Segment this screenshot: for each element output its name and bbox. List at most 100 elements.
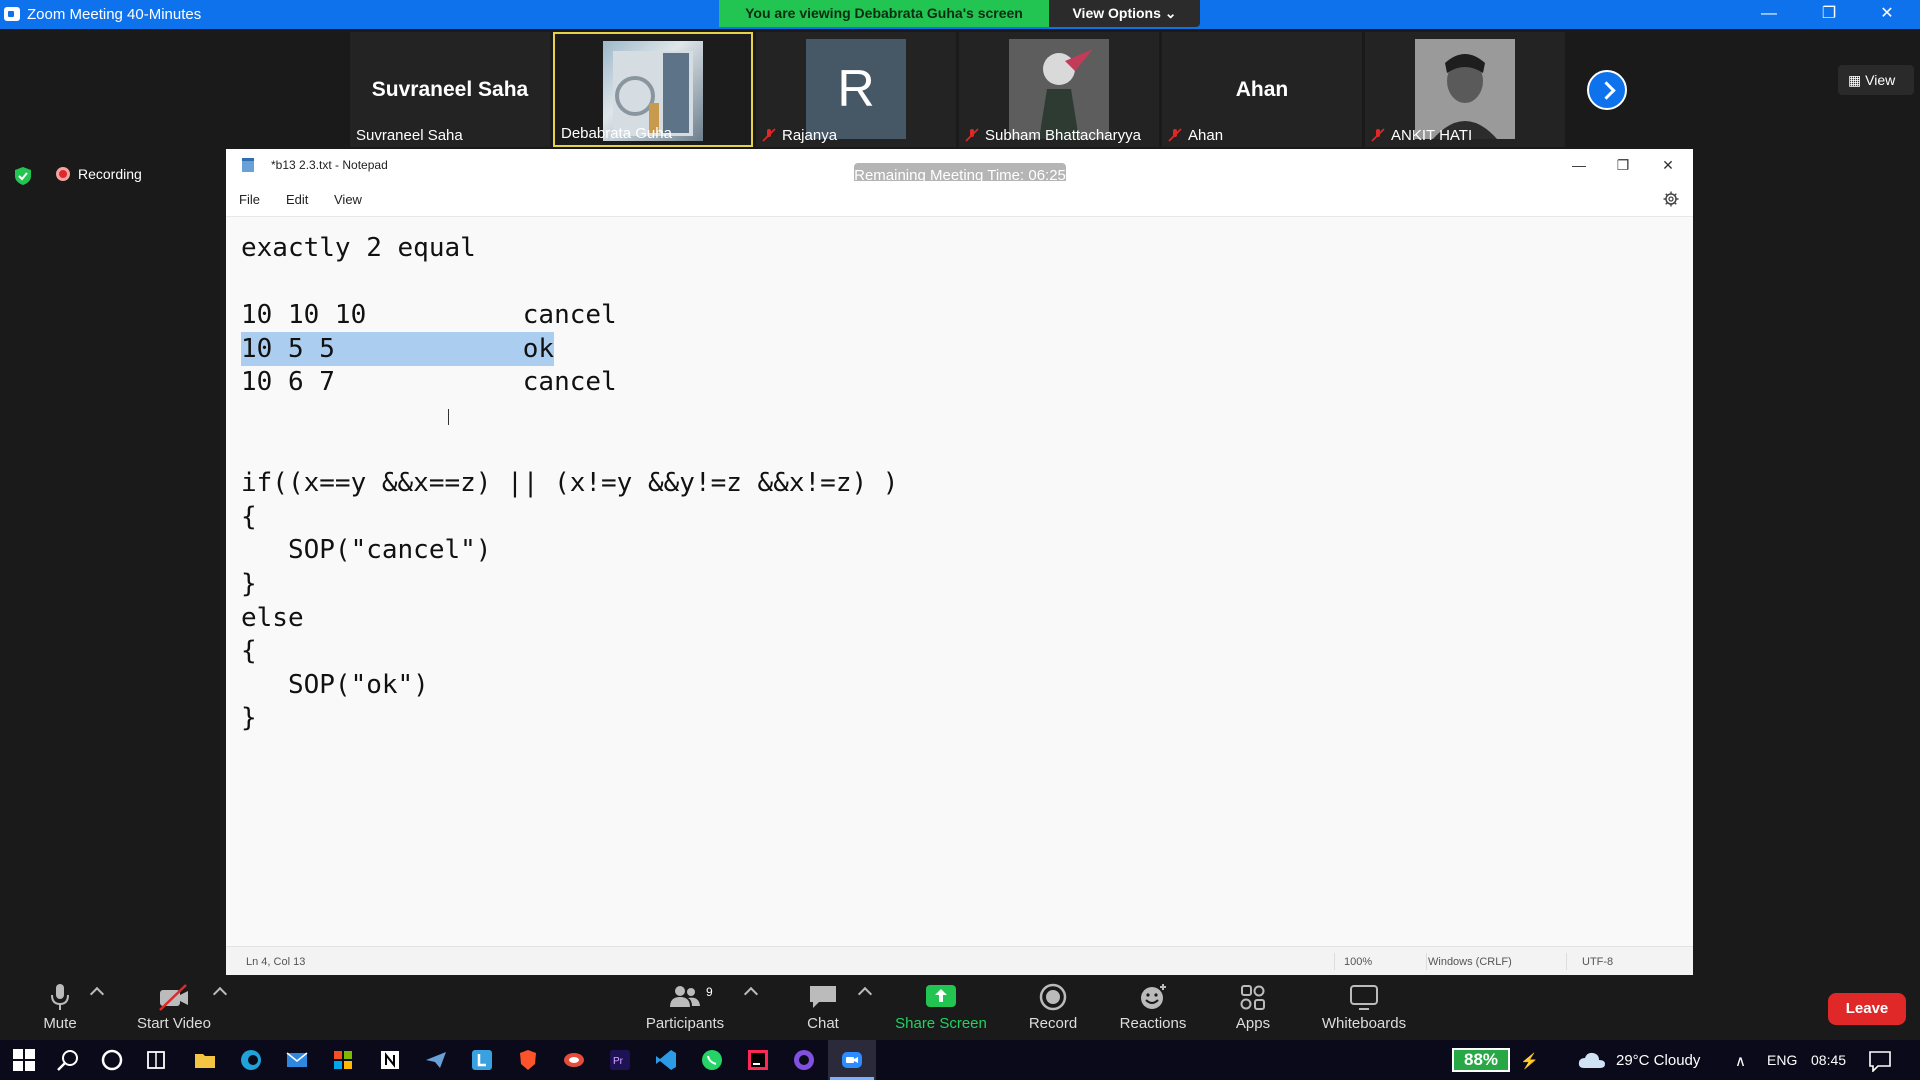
record-dot-icon <box>56 167 70 181</box>
participants-count: 9 <box>706 985 713 999</box>
meeting-toolbar: Mute Start Video Participants 9 Chat Sha… <box>0 975 1920 1040</box>
menu-edit[interactable]: Edit <box>286 192 308 207</box>
notepad-menu-bar: File Edit View <box>226 181 1693 217</box>
whatsapp-icon[interactable] <box>700 1048 724 1072</box>
language-indicator[interactable]: ENG <box>1767 1052 1797 1068</box>
power-icon[interactable]: ⚡ <box>1520 1052 1539 1070</box>
text-line: } <box>241 569 257 599</box>
participant-name: Debabrata Guha <box>561 125 672 142</box>
clock[interactable]: 08:45 <box>1811 1052 1846 1068</box>
brave-icon[interactable] <box>516 1048 540 1072</box>
windows-start-icon[interactable] <box>12 1048 36 1072</box>
line-ending: Windows (CRLF) <box>1428 956 1512 968</box>
apps-icon <box>1240 985 1265 1010</box>
l-app-icon[interactable] <box>470 1048 494 1072</box>
participant-name: Rajanya <box>762 127 837 144</box>
file-explorer-icon[interactable] <box>193 1048 217 1072</box>
apps-button[interactable]: Apps <box>1193 983 1313 1032</box>
intellij-icon[interactable] <box>746 1048 770 1072</box>
view-options-button[interactable]: View Options ⌄ <box>1049 0 1200 27</box>
minimize-icon[interactable]: — <box>1740 0 1798 29</box>
text-cursor-icon <box>448 409 452 425</box>
participant-tile-active[interactable]: Debabrata Guha <box>553 32 753 147</box>
share-screen-icon <box>926 985 956 1007</box>
zoom-taskbar-button[interactable] <box>828 1040 876 1080</box>
zoom-icon <box>842 1052 862 1068</box>
cloud-icon[interactable] <box>1578 1050 1606 1070</box>
paper-plane-icon[interactable] <box>424 1048 448 1072</box>
battery-indicator[interactable]: 88% <box>1452 1048 1510 1072</box>
notepad-restore-icon[interactable]: ❐ <box>1601 153 1645 177</box>
gear-icon[interactable] <box>1663 191 1679 207</box>
share-screen-button[interactable]: Share Screen <box>881 983 1001 1032</box>
search-icon[interactable] <box>56 1048 80 1072</box>
store-icon[interactable] <box>331 1048 355 1072</box>
restore-icon[interactable]: ❐ <box>1800 0 1858 29</box>
participant-name: ANKIT HATI <box>1371 127 1472 144</box>
windows-taskbar: Pr 88% ⚡ 29°C Cloudy ∧ ENG 08:45 <box>0 1040 1920 1080</box>
participant-tile[interactable]: Ahan Ahan <box>1162 32 1362 147</box>
participants-button[interactable]: Participants <box>625 983 745 1032</box>
muted-mic-icon <box>965 128 979 142</box>
chat-icon <box>810 986 836 1008</box>
next-page-icon[interactable] <box>1587 70 1627 110</box>
participant-big-name: Suvraneel Saha <box>371 78 529 101</box>
muted-mic-icon <box>762 128 776 142</box>
notifications-icon[interactable] <box>1868 1050 1892 1072</box>
smiley-icon <box>1141 984 1166 1009</box>
menu-view[interactable]: View <box>334 192 362 207</box>
microphone-icon <box>51 984 69 1010</box>
notepad-title: *b13 2.3.txt - Notepad <box>271 158 388 172</box>
participants-options-chevron-icon[interactable] <box>743 986 759 1002</box>
participant-name: Subham Bhattacharyya <box>965 127 1141 144</box>
participant-tile[interactable]: Subham Bhattacharyya <box>959 32 1159 147</box>
shield-icon[interactable] <box>14 166 32 186</box>
notepad-status-bar: Ln 4, Col 13 100% Windows (CRLF) UTF-8 <box>226 946 1693 975</box>
window-title: Zoom Meeting 40-Minutes <box>27 6 202 23</box>
participant-tile[interactable]: R Rajanya <box>756 32 956 147</box>
notepad-close-icon[interactable]: ✕ <box>1646 153 1690 177</box>
text-line: else <box>241 602 304 633</box>
text-line: SOP("cancel") <box>241 535 492 566</box>
notepad-minimize-icon[interactable]: — <box>1557 153 1601 177</box>
chevron-up-icon[interactable]: ∧ <box>1735 1052 1746 1070</box>
close-icon[interactable]: ✕ <box>1858 0 1916 29</box>
participant-avatar-letter: R <box>806 39 906 139</box>
weather-text[interactable]: 29°C Cloudy <box>1616 1052 1700 1069</box>
premiere-pro-icon[interactable]: Pr <box>608 1048 632 1072</box>
participant-name: Ahan <box>1168 127 1223 144</box>
vscode-icon[interactable] <box>654 1048 678 1072</box>
github-desktop-icon[interactable] <box>792 1048 816 1072</box>
leave-button[interactable]: Leave <box>1828 993 1906 1025</box>
encoding: UTF-8 <box>1582 956 1614 968</box>
text-line: 10 10 10 cancel <box>241 300 617 331</box>
zoom-level: 100% <box>1344 956 1373 968</box>
text-line: } <box>241 703 257 734</box>
mail-icon[interactable] <box>285 1048 309 1072</box>
text-line: 10 6 7 cancel <box>241 367 617 398</box>
participants-icon <box>670 986 700 1007</box>
text-line: { <box>241 636 257 667</box>
menu-file[interactable]: File <box>239 192 260 207</box>
view-button[interactable]: ▦ View <box>1838 65 1914 95</box>
recording-indicator[interactable]: Recording <box>56 166 142 182</box>
whiteboard-icon <box>1350 985 1378 1010</box>
muted-mic-icon <box>1168 128 1182 142</box>
person-photo <box>1415 39 1515 139</box>
edge-icon[interactable] <box>239 1048 263 1072</box>
task-view-icon[interactable] <box>144 1048 168 1072</box>
notion-icon[interactable] <box>378 1048 402 1072</box>
game-icon[interactable] <box>562 1048 586 1072</box>
cortana-icon[interactable] <box>100 1048 124 1072</box>
notepad-text-area[interactable]: exactly 2 equal 10 10 10 cancel 10 5 5 ok 1… <box>241 231 1693 945</box>
mute-button[interactable]: Mute <box>0 983 120 1032</box>
text-line: { <box>241 501 257 532</box>
selected-text-line: 10 5 5 ok <box>241 331 555 366</box>
zoom-app-icon <box>4 7 20 21</box>
participant-tile[interactable]: ANKIT HATI <box>1365 32 1565 147</box>
whiteboards-button[interactable]: Whiteboards <box>1304 983 1424 1032</box>
participant-tile[interactable]: Suvraneel Saha Suvraneel Saha <box>350 32 550 147</box>
participant-name: Suvraneel Saha <box>356 127 463 144</box>
muted-mic-icon <box>1371 128 1385 142</box>
zoom-title-bar: Zoom Meeting 40-Minutes You are viewing … <box>0 0 1920 29</box>
